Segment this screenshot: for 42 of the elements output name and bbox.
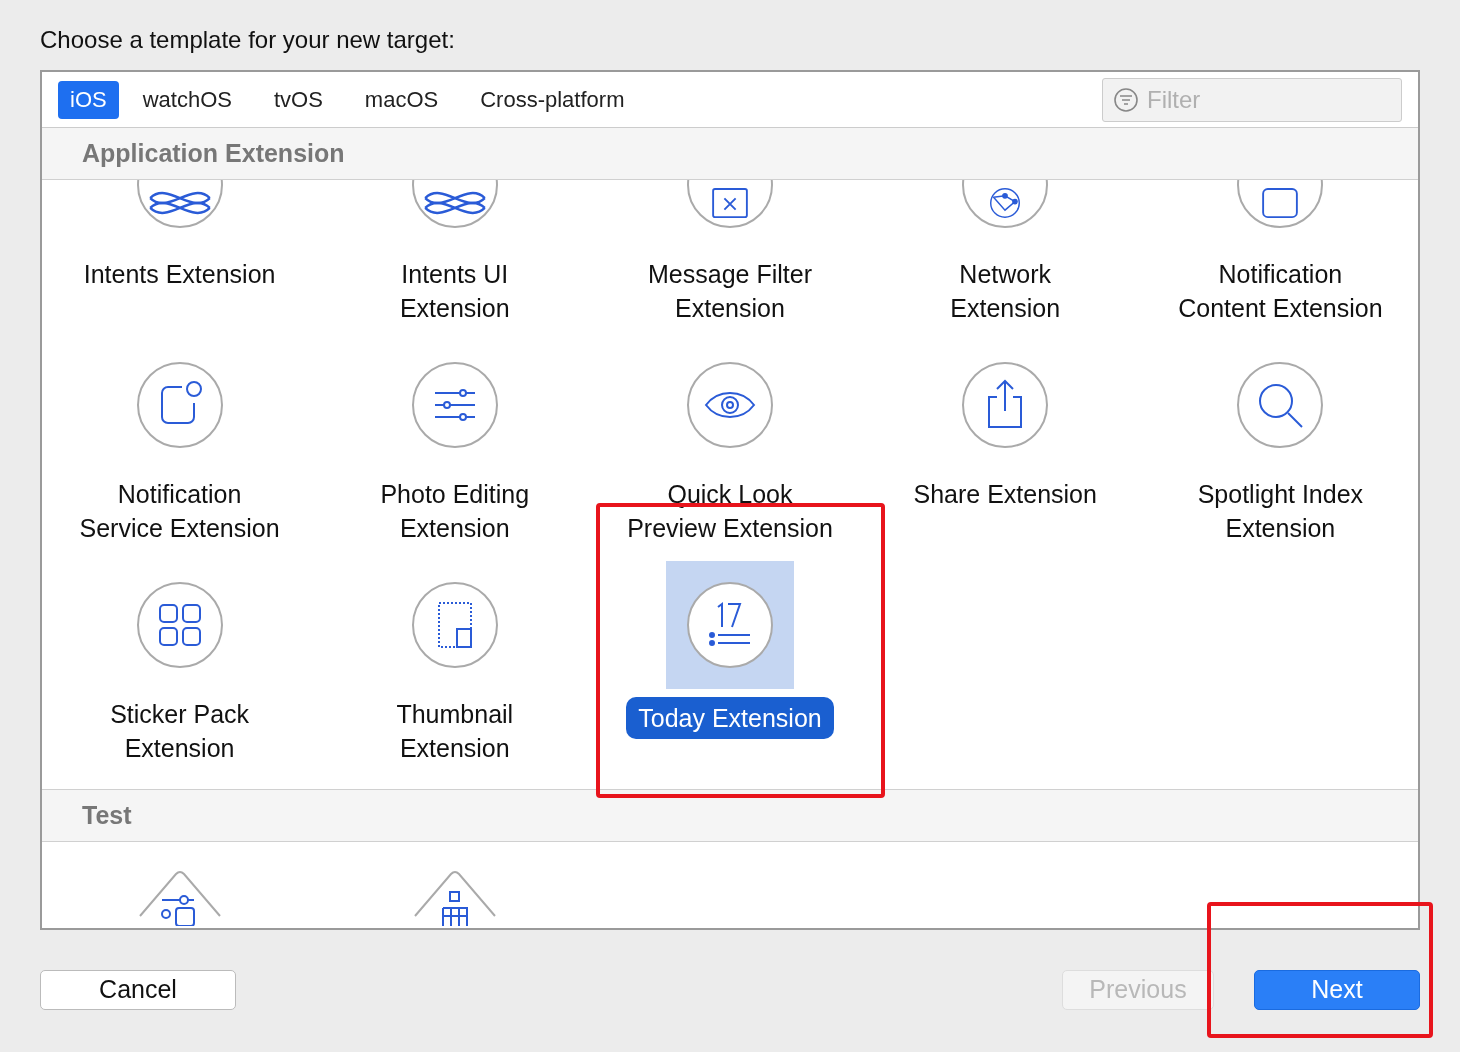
platform-tab[interactable]: tvOS (255, 80, 341, 119)
template-label: Thumbnail Extension (396, 699, 514, 764)
template-label: Notification Content Extension (1178, 259, 1383, 324)
filter-icon (1113, 86, 1139, 113)
tray-icon (712, 188, 748, 218)
dialog-button[interactable]: Cancel (40, 970, 236, 1010)
template-label: Sticker Pack Extension (110, 699, 250, 764)
template-item[interactable]: Spotlight Index Extension (1142, 341, 1418, 561)
template-label: Photo Editing Extension (380, 479, 530, 544)
template-item[interactable]: Notification Service Extension (42, 341, 318, 561)
template-item[interactable]: Message Filter Extension (592, 180, 868, 341)
template-label: Network Extension (950, 259, 1061, 324)
rounded-square-icon (1262, 188, 1299, 218)
template-label: Message Filter Extension (648, 259, 812, 324)
filter-field[interactable]: Filter (1102, 77, 1402, 122)
section-header: Test (42, 789, 1418, 842)
template-item[interactable]: Sticker Pack Extension (42, 561, 318, 781)
dialog-heading: Choose a template for your new target: (40, 25, 456, 55)
template-item[interactable]: Share Extension (867, 341, 1143, 561)
template-item[interactable]: Notification Content Extension (1142, 180, 1418, 341)
section-header: Application Extension (42, 128, 1418, 180)
globe-icon (990, 188, 1021, 218)
template-item[interactable]: Intents UI Extension (317, 180, 593, 341)
template-item[interactable]: Thumbnail Extension (317, 561, 593, 781)
template-label: Spotlight Index Extension (1197, 479, 1364, 544)
template-label: Today Extension (626, 697, 834, 739)
platform-tab[interactable]: iOS (58, 80, 119, 119)
template-item[interactable]: Photo Editing Extension (317, 341, 593, 561)
template-item[interactable]: Intents Extension (42, 180, 318, 341)
platform-tab[interactable]: watchOS (124, 80, 250, 119)
template-label: Share Extension (913, 479, 1097, 510)
filter-input[interactable]: Filter (1147, 81, 1377, 118)
template-label: Intents Extension (83, 259, 276, 290)
platform-tab[interactable]: Cross-platform (462, 80, 643, 119)
next-button[interactable]: Next (1254, 970, 1420, 1010)
template-label: Notification Service Extension (79, 479, 280, 544)
template-item[interactable]: Network Extension (867, 180, 1143, 341)
template-label: Intents UI Extension (399, 259, 510, 324)
template-item[interactable]: Today Extension (592, 561, 868, 781)
template-label: Quick Look Preview Extension (627, 479, 833, 544)
template-item[interactable]: Quick Look Preview Extension (592, 341, 868, 561)
platform-tab[interactable]: macOS (346, 80, 457, 119)
